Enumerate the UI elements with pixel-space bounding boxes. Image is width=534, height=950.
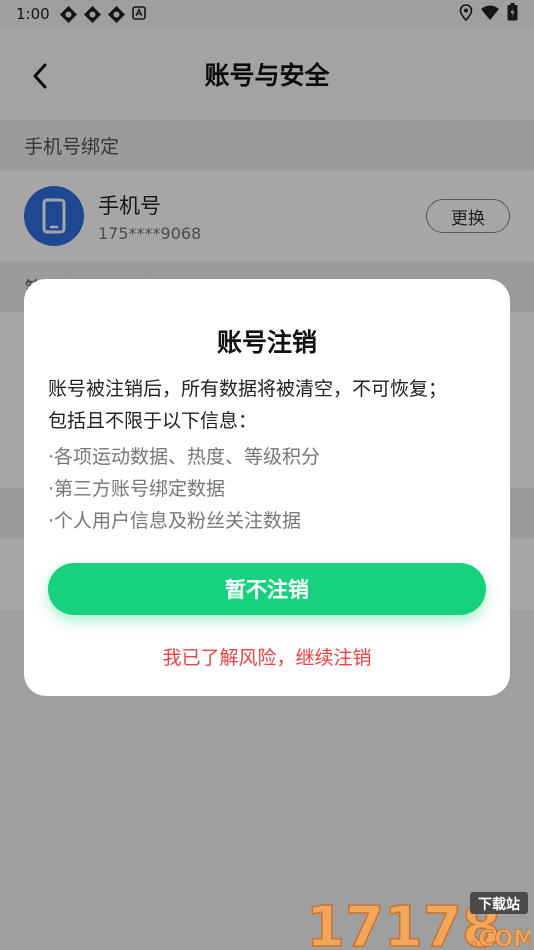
dialog-warning-text: 账号被注销后，所有数据将被清空，不可恢复； — [48, 378, 448, 400]
dialog-bullet-item: ·各项运动数据、热度、等级积分 — [48, 446, 321, 468]
account-deletion-dialog: 账号注销 账号被注销后，所有数据将被清空，不可恢复； 包括且不限于以下信息： ·… — [24, 279, 510, 696]
watermark-tag: 下载站 — [478, 896, 520, 913]
dialog-bullet-item: ·个人用户信息及粉丝关注数据 — [48, 510, 302, 532]
keep-account-button[interactable]: 暂不注销 — [48, 563, 486, 615]
dialog-info-text: 包括且不限于以下信息： — [48, 410, 258, 432]
site-watermark: 17178 下载站 .COM — [304, 888, 534, 950]
account-security-screen: 1:00 账号与安全 手机号绑定 手机号 175****9068 更换 账号注销… — [0, 0, 534, 950]
dialog-bullet-item: ·第三方账号绑定数据 — [48, 478, 226, 500]
continue-delete-link[interactable]: 我已了解风险，继续注销 — [24, 643, 510, 670]
watermark-suffix: .COM — [470, 927, 530, 950]
dialog-title: 账号注销 — [216, 328, 317, 357]
